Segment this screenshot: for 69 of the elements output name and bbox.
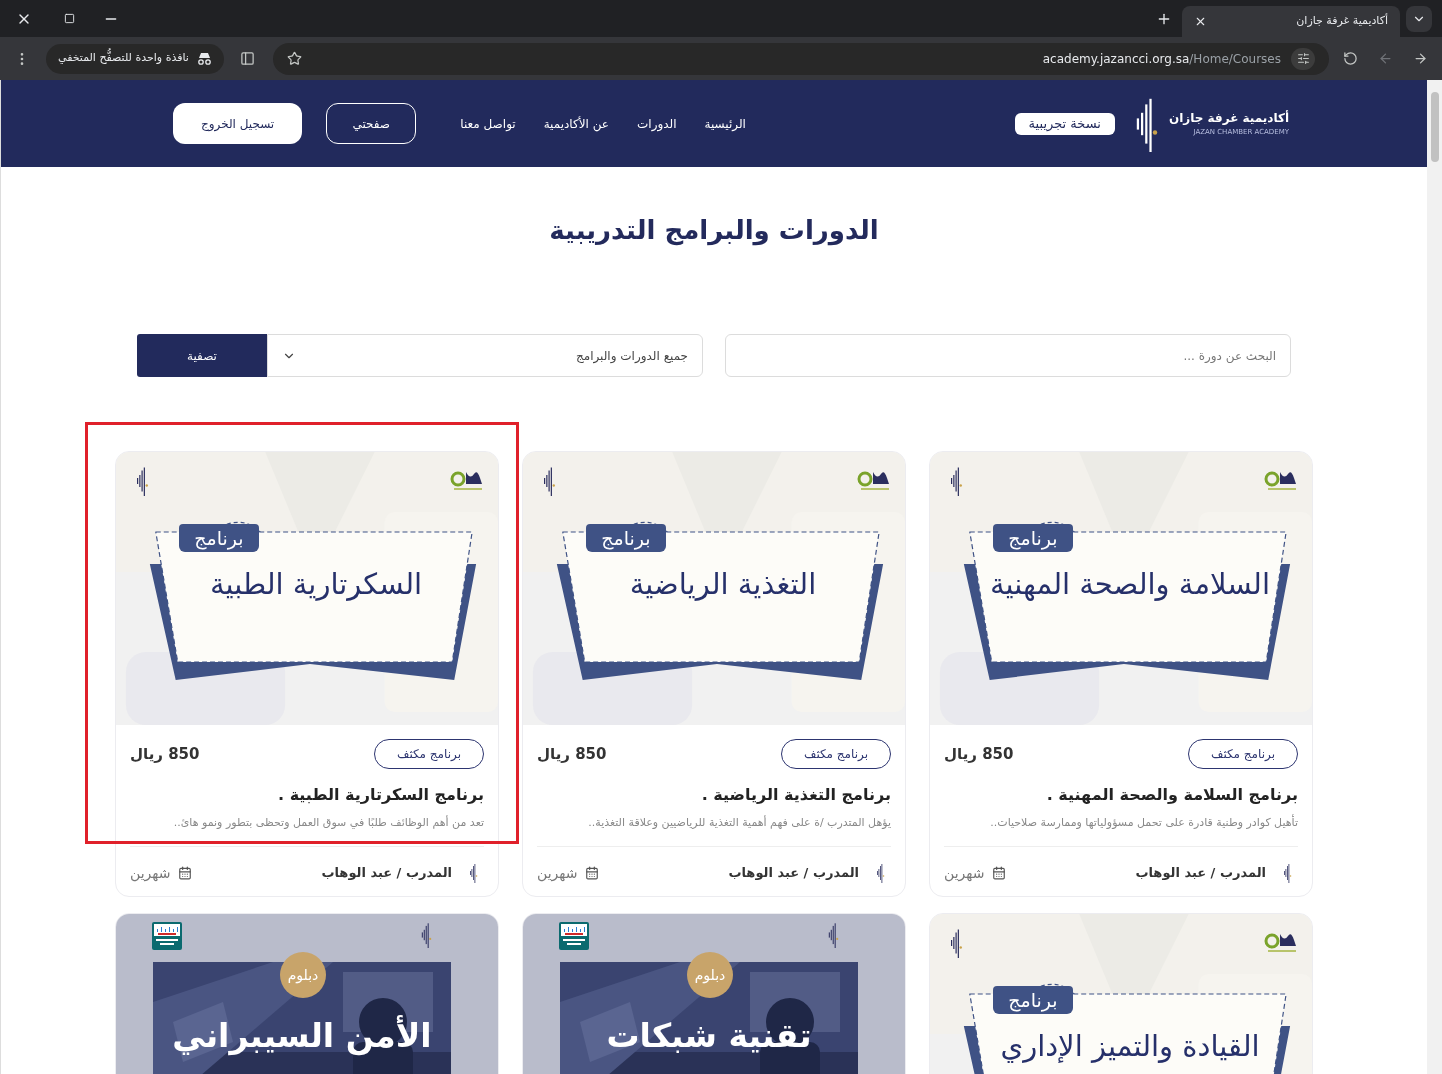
logout-button[interactable]: تسجيل الخروج <box>173 103 303 144</box>
course-trainer: المدرب / عبد الوهاب <box>728 864 859 883</box>
maximize-icon[interactable] <box>64 13 75 24</box>
banner-tag: برنامج <box>586 524 666 552</box>
tab-title: أكاديمية غرفة جازان <box>1296 13 1388 30</box>
course-card[interactable]: برنامج السكرتارية الطبية برنامج مكثف 850 ريال برنامج السكرتارية الطبية . تعد من أهم الوظائف طلبًا في سوق العمل وتحظى بتطور ونمو هائ.. المدرب / عبد الوهاب شهرين <box>115 451 499 897</box>
course-card[interactable]: دبلوم تقنية شبكات <box>522 912 906 1074</box>
scrollbar[interactable] <box>1427 80 1442 1074</box>
calendar-icon <box>178 866 193 880</box>
browser-tab[interactable]: أكاديمية غرفة جازان <box>1182 6 1400 37</box>
banner-title: الأمن السيبراني <box>172 1014 432 1058</box>
banner-tag: دبلوم <box>280 951 326 998</box>
course-card[interactable]: برنامج التغذية الرياضية برنامج مكثف 850 ريال برنامج التغذية الرياضية . يؤهل المتدرب /ة على فهم أهمية التغذية للرياضيين وعلاقة التغذية.. المدرب / عبد الوهاب شهرين <box>522 451 906 897</box>
course-description: يؤهل المتدرب /ة على فهم أهمية التغذية للرياضيين وعلاقة التغذية.. <box>587 815 891 831</box>
close-tab-icon[interactable] <box>1194 15 1207 28</box>
reload-icon[interactable] <box>1343 51 1358 66</box>
course-card[interactable]: برنامج القيادة والتميز الإداري <box>929 912 1313 1074</box>
banner-title: التغذية الرياضية <box>629 566 817 603</box>
my-page-button[interactable]: صفحتي <box>326 103 417 144</box>
banner-tag: دبلوم <box>687 951 733 998</box>
banner-title: تقنية شبكات <box>606 1014 812 1057</box>
course-title[interactable]: برنامج السلامة والصحة المهنية . <box>944 783 1298 807</box>
bookmark-star-icon[interactable] <box>286 51 302 66</box>
course-duration: شهرين <box>130 863 171 884</box>
tune-icon <box>1296 52 1310 65</box>
filter-button[interactable]: تصفية <box>137 334 267 377</box>
category-value: جميع الدورات والبرامج <box>575 347 688 365</box>
side-panel-icon[interactable] <box>239 51 255 66</box>
url-text: academy.jazancci.org.sa/Home/Courses <box>1042 50 1281 68</box>
banner-tag: برنامج <box>993 524 1073 552</box>
incognito-pill[interactable]: نافذة واحدة للتصفُّح المتخفي <box>46 43 224 74</box>
calendar-icon <box>585 866 600 880</box>
incognito-label: نافذة واحدة للتصفُّح المتخفي <box>58 50 189 67</box>
forward-icon[interactable] <box>1378 51 1393 66</box>
cisco-logo-icon <box>152 921 182 950</box>
banner-tag: برنامج <box>993 985 1073 1014</box>
course-description: تأهيل كوادر وطنية قادرة على تحمل مسؤولياتها وممارسة صلاحيات.. <box>989 815 1298 831</box>
course-price: 850 ريال <box>537 743 607 765</box>
cisco-logo-icon <box>559 921 589 950</box>
course-price: 850 ريال <box>130 743 200 765</box>
calendar-icon <box>992 866 1007 880</box>
banner-tag: برنامج <box>179 524 259 552</box>
page-title: الدورات والبرامج التدريبية <box>549 214 879 248</box>
course-price: 850 ريال <box>944 743 1014 765</box>
logo-title: أكاديمية غرفة جازان <box>1168 109 1289 128</box>
nav-link[interactable]: عن الأكاديمية <box>543 114 610 133</box>
course-description: تعد من أهم الوظائف طلبًا في سوق العمل وتحظى بتطور ونمو هائ.. <box>172 815 484 831</box>
tab-search-button[interactable] <box>1406 5 1432 32</box>
course-duration: شهرين <box>944 863 985 884</box>
course-duration: شهرين <box>537 863 578 884</box>
site-settings-button[interactable] <box>1291 47 1315 70</box>
banner-title: السكرتارية الطبية <box>209 566 423 603</box>
search-field[interactable]: البحث عن دورة ... <box>725 334 1291 377</box>
nav-link[interactable]: الرئيسية <box>704 114 746 133</box>
banner-title: القيادة والتميز الإداري <box>1000 1027 1260 1065</box>
banner-title: السلامة والصحة المهنية <box>990 566 1270 603</box>
course-title[interactable]: برنامج التغذية الرياضية . <box>537 783 891 807</box>
address-bar[interactable]: academy.jazancci.org.sa/Home/Courses <box>272 42 1329 75</box>
course-trainer: المدرب / عبد الوهاب <box>321 864 452 883</box>
beta-badge: نسخة تجريبية <box>1014 112 1115 135</box>
nav-link[interactable]: الدورات <box>637 114 677 133</box>
nav-link[interactable]: تواصل معنا <box>460 114 516 133</box>
incognito-icon <box>196 52 212 65</box>
course-card[interactable]: دبلوم الأمن السيبراني <box>115 912 499 1074</box>
course-card[interactable]: برنامج السلامة والصحة المهنية برنامج مكثف 850 ريال برنامج السلامة والصحة المهنية . تأهيل كوادر وطنية قادرة على تحمل مسؤولياتها وممارسة صلاحيات.. المدرب / عبد الوهاب شهرين <box>929 451 1313 897</box>
back-icon[interactable] <box>1413 51 1428 66</box>
course-trainer: المدرب / عبد الوهاب <box>1135 864 1266 883</box>
category-select[interactable]: جميع الدورات والبرامج <box>267 334 703 377</box>
course-title[interactable]: برنامج السكرتارية الطبية . <box>130 783 484 807</box>
